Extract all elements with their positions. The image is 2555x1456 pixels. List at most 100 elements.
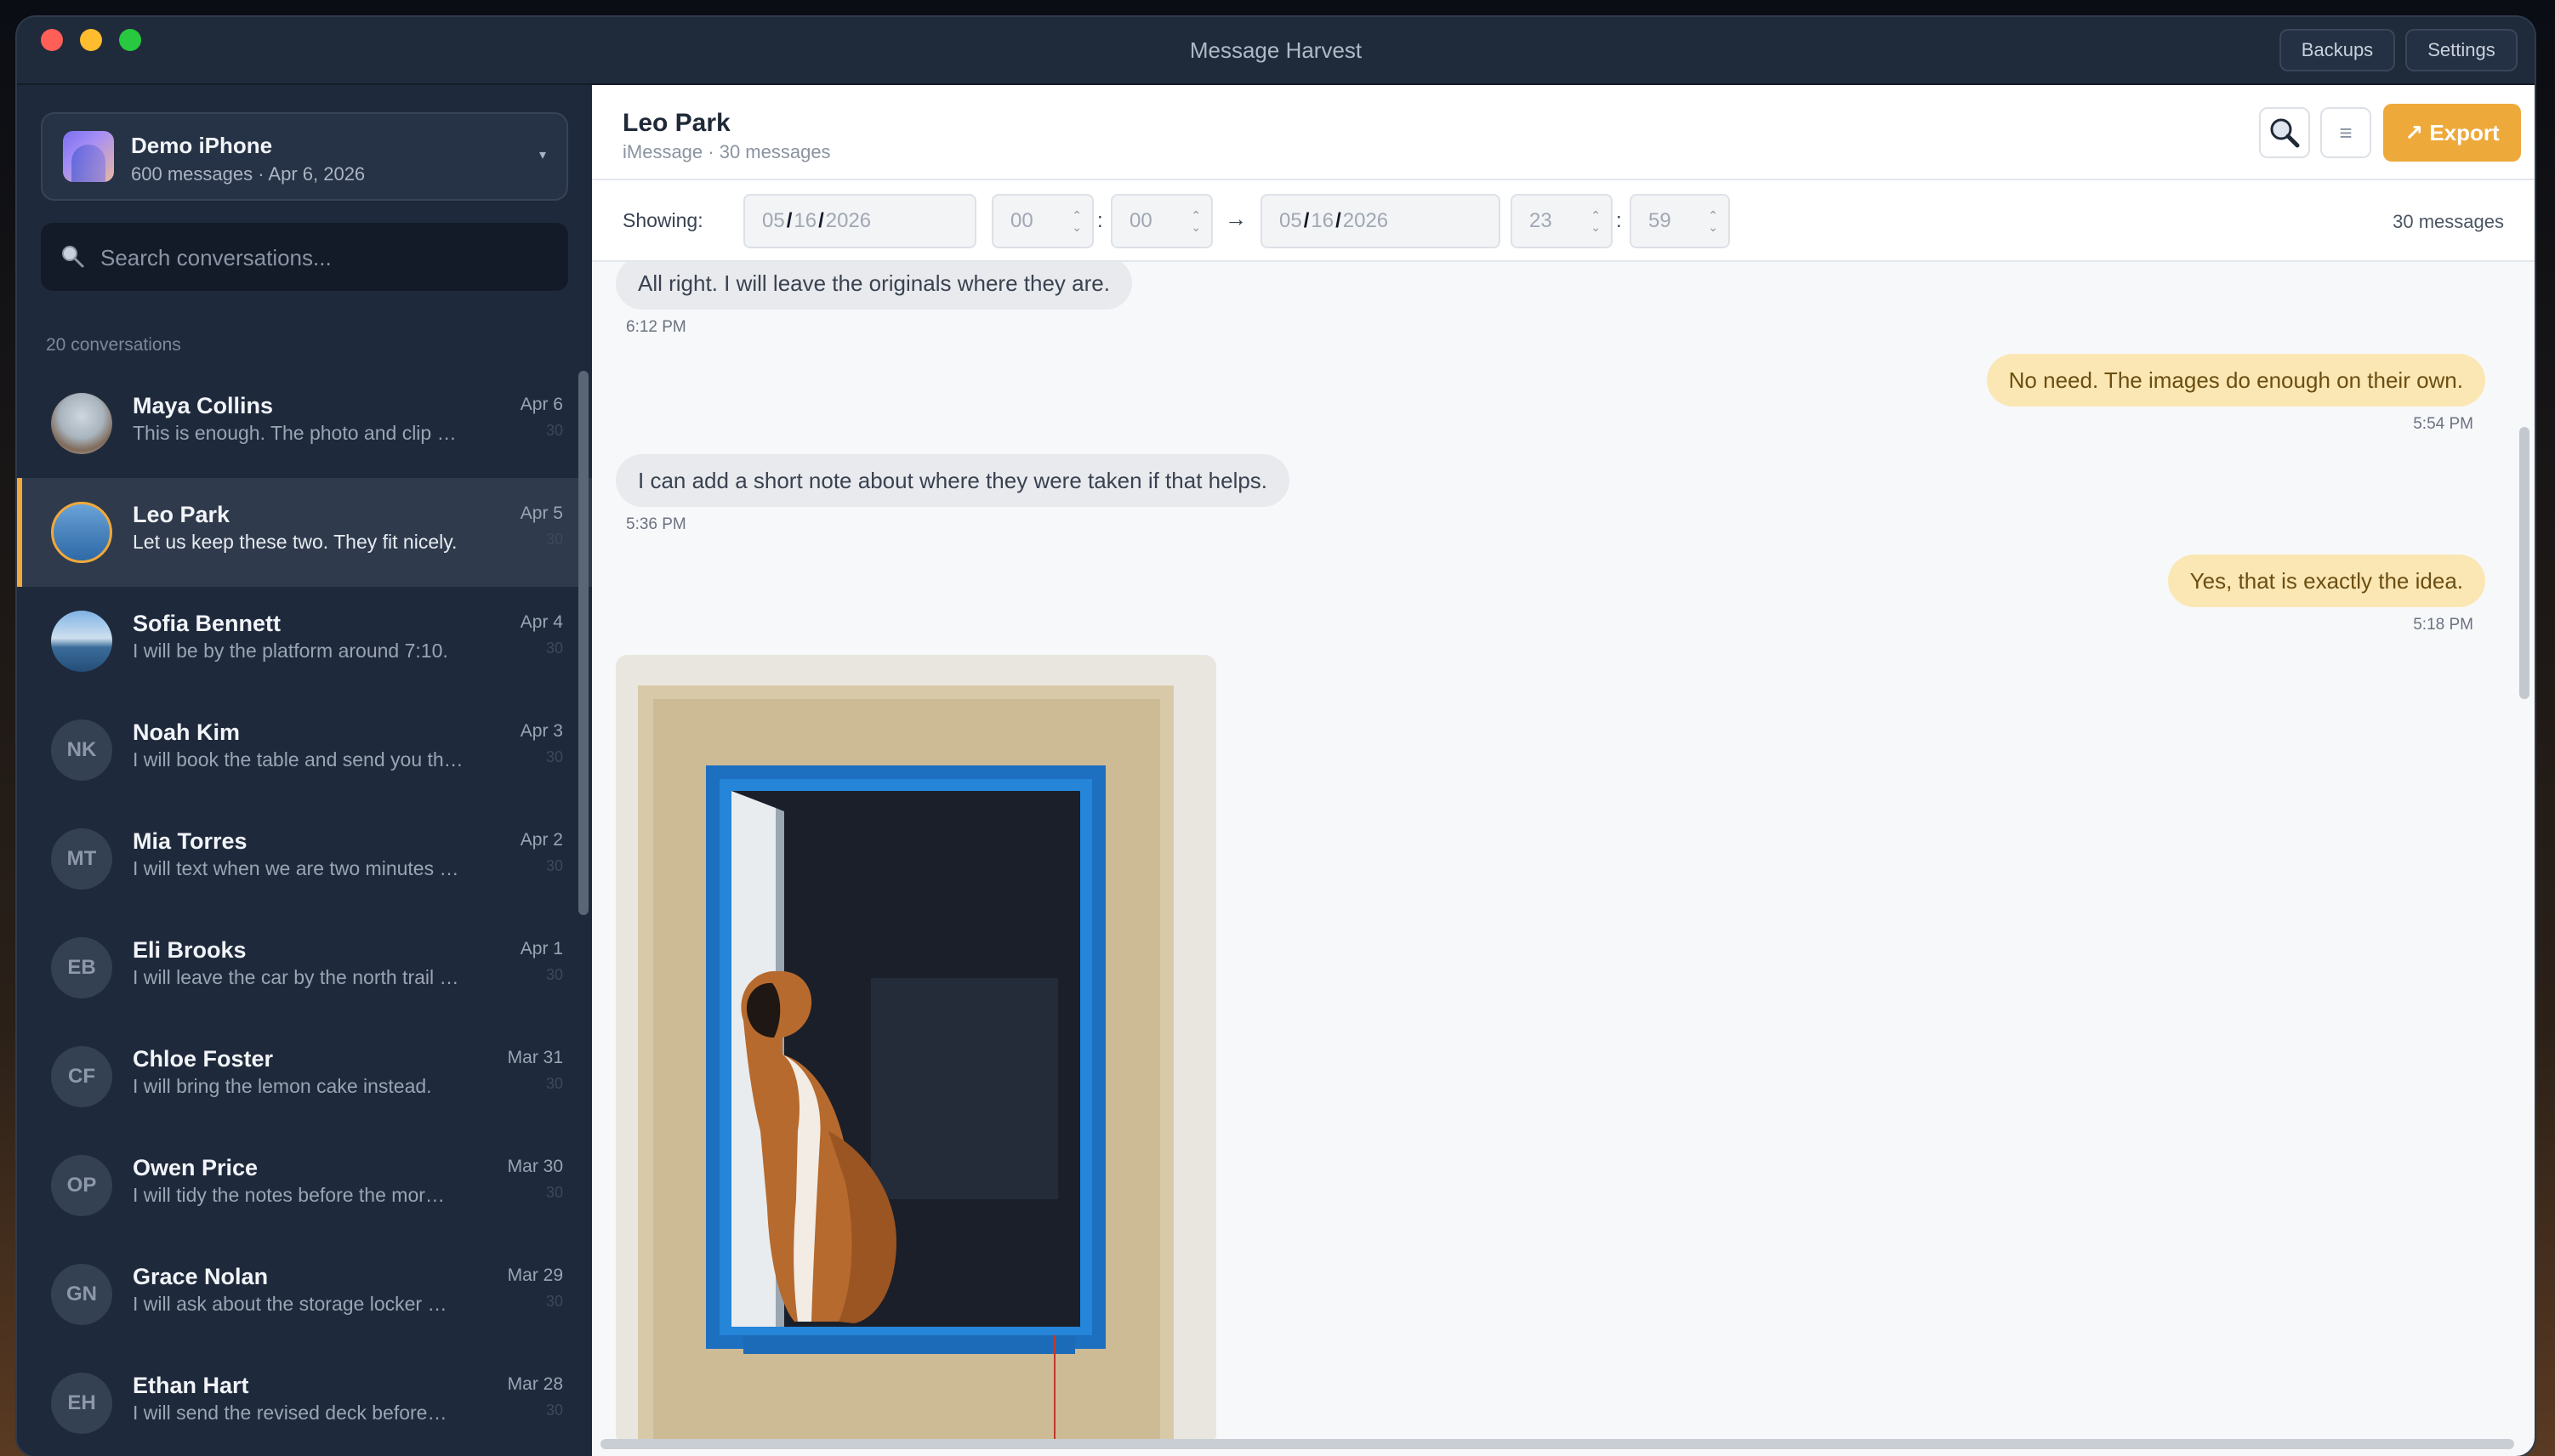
conversation-preview: This is enough. The photo and clip … xyxy=(133,422,457,444)
conversation-name: Leo Park xyxy=(133,502,230,527)
conversation-pane: Leo Park iMessage · 30 messages ≡ ↗ Expo… xyxy=(592,85,2535,1456)
photo-attachment[interactable] xyxy=(616,655,1216,1446)
conversation-item[interactable]: CF Chloe Foster I will bring the lemon c… xyxy=(17,1022,592,1131)
conversation-item[interactable]: OP Owen Price I will tidy the notes befo… xyxy=(17,1131,592,1240)
sidebar-scrollbar[interactable] xyxy=(578,371,589,915)
message-time: 6:12 PM xyxy=(626,318,686,336)
from-day: 16 xyxy=(794,209,817,232)
incoming-message[interactable]: I can add a short note about where they … xyxy=(616,454,1290,507)
to-year: 2026 xyxy=(1342,209,1389,232)
to-month: 05 xyxy=(1279,209,1302,232)
from-minute-stepper[interactable]: 00 ⌃ ⌄ xyxy=(1111,194,1213,248)
conversation-name: Chloe Foster xyxy=(133,1046,274,1072)
from-minute: 00 xyxy=(1130,209,1152,232)
conversation-item[interactable]: NK Noah Kim I will book the table and se… xyxy=(17,696,592,805)
conversation-date: Mar 30 xyxy=(507,1157,563,1176)
device-selector[interactable]: Demo iPhone 600 messages · Apr 6, 2026 ▾ xyxy=(41,112,568,201)
settings-button[interactable]: Settings xyxy=(2405,29,2518,71)
conversation-preview: I will ask about the storage locker … xyxy=(133,1293,447,1315)
device-subtitle: 600 messages · Apr 6, 2026 xyxy=(131,163,366,185)
from-hour-stepper[interactable]: 00 ⌃ ⌄ xyxy=(992,194,1094,248)
to-hour: 23 xyxy=(1529,209,1552,232)
dog-window-photo xyxy=(616,655,1216,1446)
conversation-list: Maya Collins This is enough. The photo a… xyxy=(17,369,592,1456)
conversation-header: Leo Park iMessage · 30 messages ≡ ↗ Expo… xyxy=(592,85,2535,180)
search-icon xyxy=(2270,118,2300,148)
to-minute-stepper[interactable]: 59 ⌃ ⌄ xyxy=(1630,194,1730,248)
conversation-message-count: 30 xyxy=(545,1402,563,1419)
conversation-message-count: 30 xyxy=(545,1293,563,1310)
thread-scrollbar[interactable] xyxy=(2519,427,2529,699)
conversation-preview: I will leave the car by the north trail … xyxy=(133,966,459,988)
from-date-input[interactable]: 05/16/2026 xyxy=(743,194,976,248)
conversation-preview: Let us keep these two. They fit nicely. xyxy=(133,531,458,553)
date-separator: / xyxy=(818,209,824,232)
export-button[interactable]: ↗ Export xyxy=(2383,104,2521,162)
avatar: EH xyxy=(51,1373,112,1434)
menu-icon: ≡ xyxy=(2339,119,2353,145)
conversation-item[interactable]: Maya Collins This is enough. The photo a… xyxy=(17,369,592,478)
conversation-item[interactable]: EB Eli Brooks I will leave the car by th… xyxy=(17,913,592,1022)
search-conversations-input[interactable]: Search conversations... xyxy=(41,223,568,291)
avatar xyxy=(51,502,112,563)
conversation-message-count: 30 xyxy=(545,640,563,657)
conversation-subtitle: iMessage · 30 messages xyxy=(623,141,831,162)
conversation-item[interactable]: Sofia Bennett I will be by the platform … xyxy=(17,587,592,696)
conversation-date: Mar 28 xyxy=(507,1374,563,1394)
conversation-date: Apr 3 xyxy=(520,721,563,741)
conversation-preview: I will send the revised deck before… xyxy=(133,1402,447,1424)
menu-button[interactable]: ≡ xyxy=(2320,107,2371,158)
avatar: CF xyxy=(51,1046,112,1107)
message-thread: All right. I will leave the originals wh… xyxy=(592,262,2535,1456)
conversation-date: Mar 29 xyxy=(507,1265,563,1285)
avatar xyxy=(51,393,112,454)
device-name: Demo iPhone xyxy=(131,133,273,158)
conversation-preview: I will be by the platform around 7:10. xyxy=(133,640,448,662)
conversation-name: Mia Torres xyxy=(133,828,248,854)
incoming-message[interactable]: All right. I will leave the originals wh… xyxy=(616,262,1132,310)
search-messages-button[interactable] xyxy=(2259,107,2310,158)
conversation-preview: I will tidy the notes before the mor… xyxy=(133,1184,445,1206)
avatar: OP xyxy=(51,1155,112,1216)
to-minute: 59 xyxy=(1648,209,1671,232)
conversation-item-selected[interactable]: Leo Park Let us keep these two. They fit… xyxy=(17,478,592,587)
conversation-message-count: 30 xyxy=(545,531,563,548)
conversation-count: 20 conversations xyxy=(46,335,181,355)
to-hour-stepper[interactable]: 23 ⌃ ⌄ xyxy=(1511,194,1613,248)
from-year: 2026 xyxy=(825,209,872,232)
conversation-name: Grace Nolan xyxy=(133,1264,269,1289)
search-placeholder: Search conversations... xyxy=(100,245,332,270)
conversation-item[interactable]: EH Ethan Hart I will send the revised de… xyxy=(17,1349,592,1456)
conversation-preview: I will bring the lemon cake instead. xyxy=(133,1075,432,1097)
time-separator: : xyxy=(1616,209,1622,232)
conversation-date: Apr 1 xyxy=(520,939,563,958)
avatar: MT xyxy=(51,828,112,890)
conversation-date: Apr 4 xyxy=(520,612,563,632)
avatar xyxy=(51,611,112,672)
message-time: 5:18 PM xyxy=(2413,616,2473,634)
date-separator: / xyxy=(786,209,793,232)
stepper-icon: ⌃ ⌄ xyxy=(1590,208,1601,234)
conversation-title: Leo Park xyxy=(623,109,731,137)
from-month: 05 xyxy=(762,209,785,232)
conversation-item[interactable]: GN Grace Nolan I will ask about the stor… xyxy=(17,1240,592,1349)
search-icon xyxy=(62,246,84,268)
backups-button[interactable]: Backups xyxy=(2279,29,2395,71)
filtered-message-count: 30 messages xyxy=(2393,211,2504,232)
chevron-down-icon: ▾ xyxy=(538,148,546,162)
sidebar: Demo iPhone 600 messages · Apr 6, 2026 ▾… xyxy=(17,85,592,1456)
message-time: 5:54 PM xyxy=(2413,415,2473,433)
date-separator: / xyxy=(1303,209,1310,232)
conversation-message-count: 30 xyxy=(545,748,563,765)
to-date-input[interactable]: 05/16/2026 xyxy=(1260,194,1500,248)
outgoing-message[interactable]: No need. The images do enough on their o… xyxy=(1986,354,2485,407)
horizontal-scrollbar[interactable] xyxy=(600,1439,2514,1449)
conversation-date: Apr 5 xyxy=(520,503,563,523)
time-separator: : xyxy=(1097,209,1103,232)
date-separator: / xyxy=(1335,209,1341,232)
date-range-filter: Showing: 05/16/2026 00 ⌃ ⌄ : 00 ⌃ ⌄ → 05/1… xyxy=(592,180,2535,262)
conversation-item[interactable]: MT Mia Torres I will text when we are tw… xyxy=(17,805,592,913)
title-bar: Message Harvest Backups Settings xyxy=(17,17,2535,85)
conversation-message-count: 30 xyxy=(545,422,563,439)
outgoing-message[interactable]: Yes, that is exactly the idea. xyxy=(2167,555,2485,607)
